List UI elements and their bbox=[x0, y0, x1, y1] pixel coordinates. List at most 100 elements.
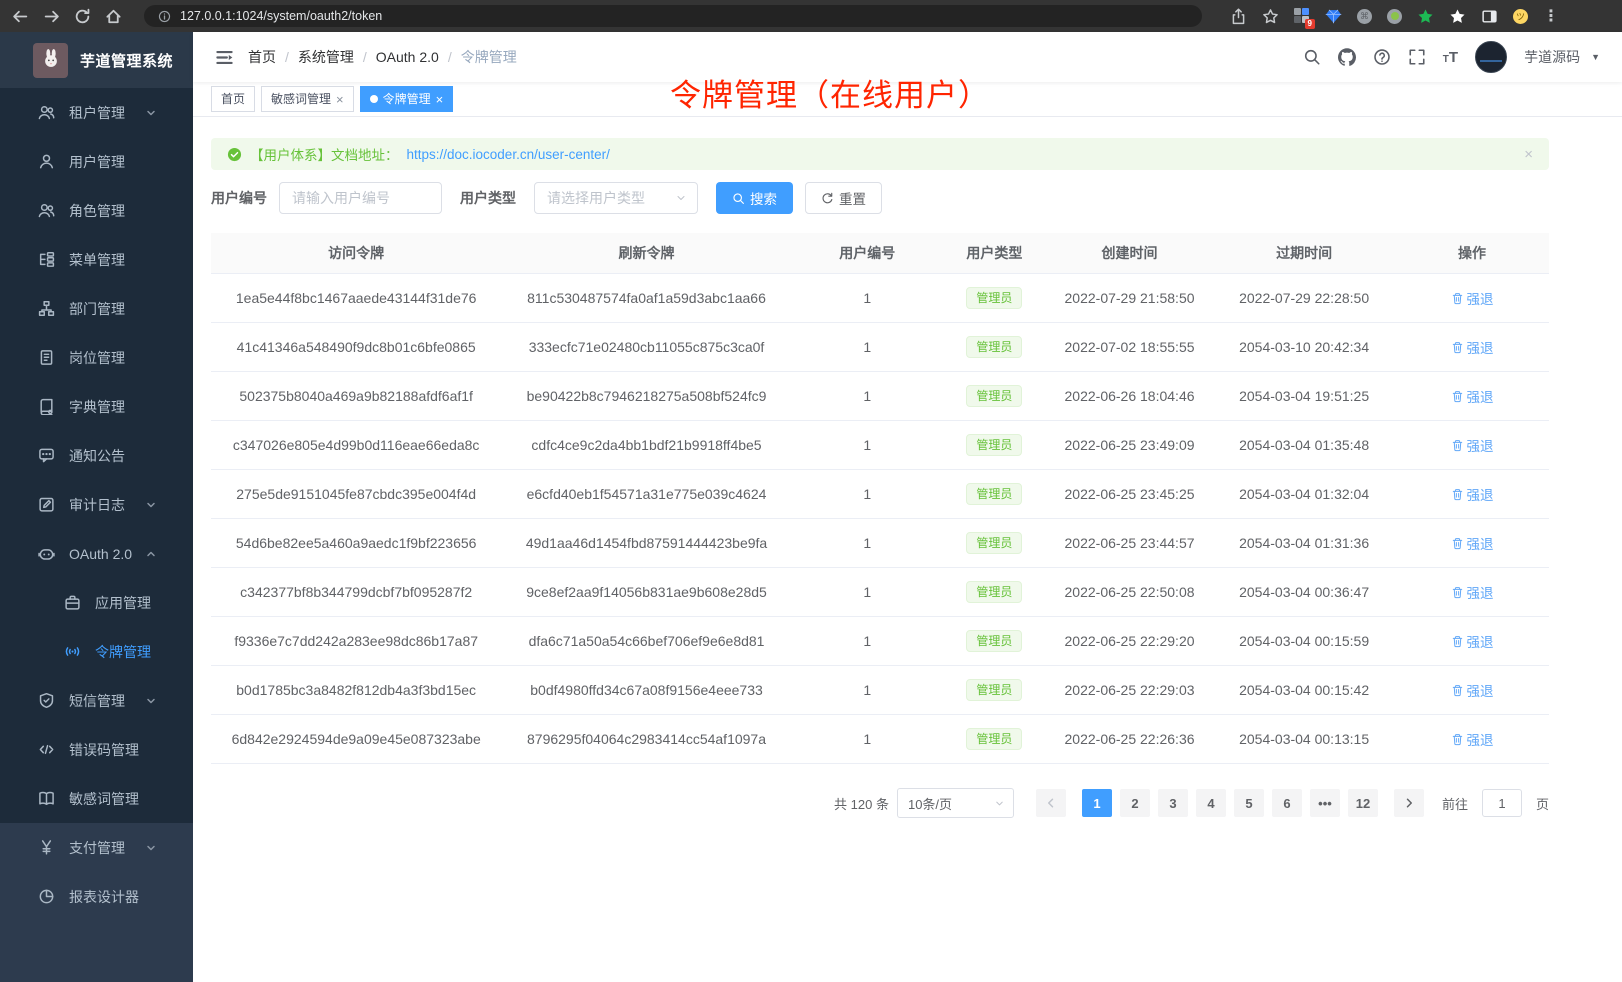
page-button-1[interactable]: 1 bbox=[1082, 789, 1112, 817]
extension-gem-icon[interactable] bbox=[1325, 8, 1342, 25]
profile-emoji-icon[interactable]: ツ bbox=[1513, 9, 1528, 24]
sidebar-item-OAuth 2.0[interactable]: OAuth 2.0 bbox=[0, 529, 193, 578]
extension-command-icon[interactable]: ⌘ bbox=[1357, 9, 1372, 24]
force-logout-button[interactable]: 强退 bbox=[1451, 582, 1494, 602]
site-info-icon[interactable] bbox=[158, 10, 171, 23]
sidebar-item-用户管理[interactable]: 用户管理 bbox=[0, 137, 193, 186]
search-button[interactable]: 搜索 bbox=[716, 182, 793, 214]
column-header-用户类型: 用户类型 bbox=[943, 243, 1046, 263]
extension-grid-icon[interactable]: 9 bbox=[1294, 8, 1310, 24]
force-logout-button[interactable]: 强退 bbox=[1451, 288, 1494, 308]
font-size-icon[interactable]: TT bbox=[1443, 50, 1458, 65]
trash-icon bbox=[1451, 390, 1464, 403]
table-row: f9336e7c7dd242a283ee98dc86b17a87dfa6c71a… bbox=[211, 617, 1549, 666]
sidebar-item-角色管理[interactable]: 角色管理 bbox=[0, 186, 193, 235]
extension-badge: 9 bbox=[1305, 19, 1315, 29]
user-no-input[interactable] bbox=[279, 182, 442, 214]
breadcrumb-separator: / bbox=[363, 49, 367, 65]
breadcrumb-item[interactable]: 系统管理 bbox=[298, 47, 354, 67]
page-button-5[interactable]: 5 bbox=[1234, 789, 1264, 817]
sidebar-item-令牌管理[interactable]: 令牌管理 bbox=[0, 627, 193, 676]
tab-令牌管理[interactable]: 令牌管理× bbox=[360, 86, 454, 112]
github-icon[interactable] bbox=[1338, 48, 1356, 66]
sidebar-item-敏感词管理[interactable]: 敏感词管理 bbox=[0, 774, 193, 823]
sidebar-item-label: 审计日志 bbox=[69, 495, 145, 515]
cell-date: 2054-03-04 01:31:36 bbox=[1213, 535, 1395, 551]
force-logout-label: 强退 bbox=[1467, 582, 1494, 602]
page-button-12[interactable]: 12 bbox=[1348, 789, 1378, 817]
browser-reload-icon[interactable] bbox=[74, 8, 91, 25]
prev-page-button[interactable] bbox=[1036, 789, 1066, 817]
page-size-select[interactable]: 10条/页 bbox=[897, 788, 1014, 818]
sidebar-item-岗位管理[interactable]: 岗位管理 bbox=[0, 333, 193, 382]
force-logout-button[interactable]: 强退 bbox=[1451, 484, 1494, 504]
extension-white-star-icon[interactable] bbox=[1449, 8, 1466, 25]
fullscreen-icon[interactable] bbox=[1408, 48, 1426, 66]
sidebar-item-短信管理[interactable]: 短信管理 bbox=[0, 676, 193, 725]
side-panel-icon[interactable] bbox=[1481, 8, 1498, 25]
token-table: 访问令牌刷新令牌用户编号用户类型创建时间过期时间操作 1ea5e44f8bc14… bbox=[211, 233, 1549, 764]
sidebar-item-通知公告[interactable]: 通知公告 bbox=[0, 431, 193, 480]
address-bar[interactable]: 127.0.0.1:1024/system/oauth2/token bbox=[144, 5, 1202, 27]
sidebar-item-租户管理[interactable]: 租户管理 bbox=[0, 88, 193, 137]
force-logout-button[interactable]: 强退 bbox=[1451, 533, 1494, 553]
browser-chrome: 127.0.0.1:1024/system/oauth2/token 9 ⌘ ツ… bbox=[0, 0, 1622, 32]
force-logout-button[interactable]: 强退 bbox=[1451, 435, 1494, 455]
user-no-label: 用户编号 bbox=[211, 188, 267, 208]
cell: be90422b8c7946218275a508bf524fc9 bbox=[501, 388, 791, 404]
user-type-select[interactable]: 请选择用户类型 bbox=[534, 182, 698, 214]
sidebar-item-审计日志[interactable]: 审计日志 bbox=[0, 480, 193, 529]
browser-forward-icon[interactable] bbox=[43, 8, 60, 25]
page-button-4[interactable]: 4 bbox=[1196, 789, 1226, 817]
tab-敏感词管理[interactable]: 敏感词管理× bbox=[261, 86, 354, 112]
success-check-icon bbox=[227, 147, 242, 162]
force-logout-button[interactable]: 强退 bbox=[1451, 729, 1494, 749]
cell-user-type: 管理员 bbox=[943, 728, 1046, 750]
tab-close-icon[interactable]: × bbox=[436, 93, 444, 106]
sidebar-item-报表设计器[interactable]: 报表设计器 bbox=[0, 872, 193, 921]
breadcrumb-item[interactable]: 首页 bbox=[248, 47, 276, 67]
extension-green-star-icon[interactable] bbox=[1417, 8, 1434, 25]
help-icon[interactable] bbox=[1373, 48, 1391, 66]
force-logout-button[interactable]: 强退 bbox=[1451, 680, 1494, 700]
force-logout-button[interactable]: 强退 bbox=[1451, 337, 1494, 357]
header-search-icon[interactable] bbox=[1303, 48, 1321, 66]
sidebar-item-应用管理[interactable]: 应用管理 bbox=[0, 578, 193, 627]
browser-back-icon[interactable] bbox=[12, 8, 29, 25]
goto-page-input[interactable] bbox=[1482, 789, 1522, 817]
sidebar-toggle-icon[interactable] bbox=[215, 48, 234, 67]
browser-menu-icon[interactable]: ⋮ bbox=[1543, 6, 1560, 26]
extension-record-icon[interactable] bbox=[1387, 9, 1402, 24]
trash-icon bbox=[1451, 488, 1464, 501]
user-avatar[interactable] bbox=[1475, 41, 1507, 73]
sidebar-item-错误码管理[interactable]: 错误码管理 bbox=[0, 725, 193, 774]
page-button-2[interactable]: 2 bbox=[1120, 789, 1150, 817]
tab-close-icon[interactable]: × bbox=[336, 93, 344, 106]
total-count: 共 120 条 bbox=[834, 794, 889, 813]
sidebar-item-支付管理[interactable]: 支付管理 bbox=[0, 823, 193, 872]
bookmark-star-icon[interactable] bbox=[1262, 8, 1279, 25]
sidebar-item-label: 用户管理 bbox=[69, 152, 171, 172]
sidebar-item-label: 敏感词管理 bbox=[69, 789, 171, 809]
sidebar-item-菜单管理[interactable]: 菜单管理 bbox=[0, 235, 193, 284]
reset-button[interactable]: 重置 bbox=[805, 182, 882, 214]
cell-date: 2022-06-25 23:49:09 bbox=[1046, 437, 1213, 453]
user-menu-caret-icon[interactable]: ▼ bbox=[1591, 52, 1600, 62]
breadcrumb-item[interactable]: OAuth 2.0 bbox=[376, 49, 439, 65]
cell-date: 2022-06-25 22:50:08 bbox=[1046, 584, 1213, 600]
sidebar-item-label: 支付管理 bbox=[69, 838, 145, 858]
force-logout-button[interactable]: 强退 bbox=[1451, 386, 1494, 406]
share-icon[interactable] bbox=[1230, 8, 1247, 25]
sidebar-item-部门管理[interactable]: 部门管理 bbox=[0, 284, 193, 333]
browser-home-icon[interactable] bbox=[105, 8, 122, 25]
doc-link[interactable]: https://doc.iocoder.cn/user-center/ bbox=[407, 147, 610, 162]
filter-form: 用户编号 用户类型 请选择用户类型 搜索 重置 bbox=[211, 182, 1549, 214]
force-logout-button[interactable]: 强退 bbox=[1451, 631, 1494, 651]
page-button-•••[interactable]: ••• bbox=[1310, 789, 1340, 817]
page-button-6[interactable]: 6 bbox=[1272, 789, 1302, 817]
sidebar-item-字典管理[interactable]: 字典管理 bbox=[0, 382, 193, 431]
next-page-button[interactable] bbox=[1394, 789, 1424, 817]
page-button-3[interactable]: 3 bbox=[1158, 789, 1188, 817]
tab-首页[interactable]: 首页 bbox=[211, 86, 255, 112]
alert-close-icon[interactable]: × bbox=[1524, 146, 1533, 163]
